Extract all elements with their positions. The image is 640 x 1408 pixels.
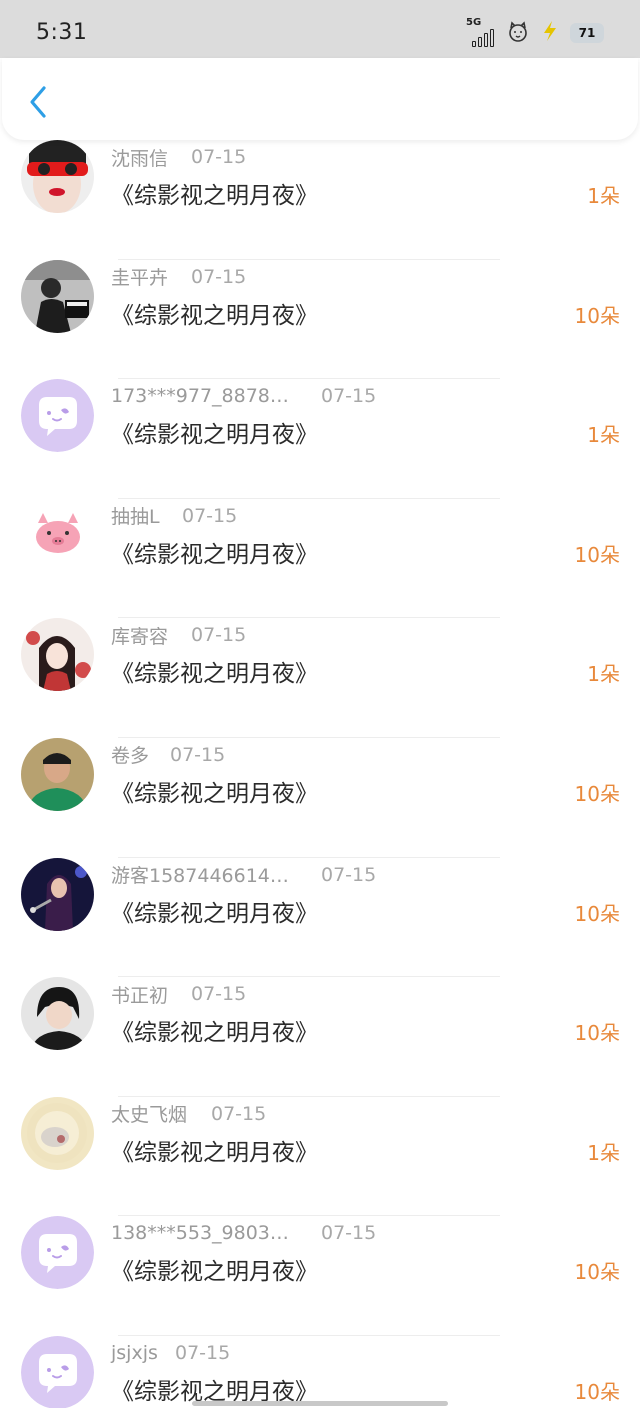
book-title: 《综影视之明月夜》 bbox=[111, 1259, 318, 1286]
list-item[interactable]: 库寄容 07-15 《综影视之明月夜》 1朵 bbox=[0, 618, 640, 738]
cat-face-icon bbox=[506, 20, 530, 47]
record-date: 07-15 bbox=[191, 146, 247, 168]
user-name: 沈雨信 bbox=[111, 147, 169, 170]
list-item[interactable]: 173***977_8878… 07-15 《综影视之明月夜》 1朵 bbox=[0, 379, 640, 499]
record-date: 07-15 bbox=[321, 1222, 377, 1245]
user-name-line: 太史飞烟 bbox=[111, 1101, 187, 1127]
user-name: 游客1587446614… bbox=[111, 865, 289, 888]
user-name-line: 沈雨信 bbox=[111, 144, 168, 170]
status-bar: 5:31 5G 71 bbox=[0, 0, 640, 58]
user-name: 卷多 bbox=[111, 745, 150, 768]
avatar[interactable] bbox=[21, 140, 94, 213]
user-name-line: 173***977_8878… bbox=[111, 383, 289, 409]
user-name-line: 库寄容 bbox=[111, 622, 168, 648]
user-name-line: jsjxjs bbox=[111, 1340, 158, 1366]
user-name: 173***977_8878… bbox=[111, 385, 289, 408]
list-item[interactable]: jsjxjs 07-15 《综影视之明月夜》 10朵 bbox=[0, 1335, 640, 1408]
list-item[interactable]: 138***553_9803… 07-15 《综影视之明月夜》 10朵 bbox=[0, 1216, 640, 1336]
default-avatar-icon[interactable] bbox=[21, 1335, 94, 1408]
book-title: 《综影视之明月夜》 bbox=[111, 780, 318, 807]
status-time: 5:31 bbox=[36, 20, 88, 45]
user-name: 书正初 bbox=[111, 984, 169, 1007]
gift-amount: 10朵 bbox=[574, 1379, 620, 1404]
gift-amount: 10朵 bbox=[574, 781, 620, 806]
record-date: 07-15 bbox=[321, 385, 377, 408]
user-name: jsjxjs bbox=[111, 1341, 158, 1364]
avatar[interactable] bbox=[21, 498, 94, 572]
user-name: 抽抽L bbox=[111, 506, 160, 529]
battery-level: 71 bbox=[578, 26, 596, 40]
user-name-line: 圭平卉 bbox=[111, 264, 168, 290]
user-name: 138***553_9803… bbox=[111, 1222, 289, 1245]
chevron-left-icon bbox=[30, 86, 46, 118]
user-name: 圭平卉 bbox=[111, 267, 169, 290]
record-date: 07-15 bbox=[191, 624, 247, 647]
book-title: 《综影视之明月夜》 bbox=[111, 541, 318, 568]
gift-amount: 10朵 bbox=[574, 1260, 620, 1285]
gift-amount: 10朵 bbox=[574, 303, 620, 328]
lightning-icon bbox=[540, 20, 560, 47]
user-name-line: 游客1587446614… bbox=[111, 862, 289, 888]
book-title: 《综影视之明月夜》 bbox=[111, 422, 318, 449]
avatar[interactable] bbox=[21, 1096, 94, 1170]
record-date: 07-15 bbox=[321, 863, 377, 886]
avatar[interactable] bbox=[21, 857, 94, 931]
gift-amount: 1朵 bbox=[587, 662, 620, 687]
gift-amount: 10朵 bbox=[574, 1021, 620, 1046]
default-avatar-icon[interactable] bbox=[21, 379, 94, 453]
avatar[interactable] bbox=[21, 259, 94, 333]
gift-amount: 1朵 bbox=[587, 184, 620, 208]
user-name-line: 138***553_9803… bbox=[111, 1220, 289, 1246]
battery-icon: 71 bbox=[570, 23, 604, 43]
network-type: 5G bbox=[466, 17, 482, 28]
home-indicator bbox=[192, 1401, 448, 1406]
nav-header bbox=[2, 58, 638, 140]
list-item[interactable]: 卷多 07-15 《综影视之明月夜》 10朵 bbox=[0, 737, 640, 858]
signal-icon: 5G bbox=[466, 17, 496, 47]
gift-amount: 10朵 bbox=[574, 901, 620, 926]
gift-amount: 10朵 bbox=[574, 542, 620, 567]
avatar[interactable] bbox=[21, 977, 94, 1051]
list-item[interactable]: 抽抽L 07-15 《综影视之明月夜》 10朵 bbox=[0, 498, 640, 619]
list-item[interactable]: 圭平卉 07-15 《综影视之明月夜》 10朵 bbox=[0, 259, 640, 380]
avatar[interactable] bbox=[21, 618, 94, 692]
gift-amount: 1朵 bbox=[587, 1140, 620, 1165]
book-title: 《综影视之明月夜》 bbox=[111, 302, 318, 329]
avatar[interactable] bbox=[21, 737, 94, 811]
record-date: 07-15 bbox=[170, 743, 226, 766]
book-title: 《综影视之明月夜》 bbox=[111, 1139, 318, 1166]
list-item[interactable]: 游客1587446614… 07-15 《综影视之明月夜》 10朵 bbox=[0, 857, 640, 978]
gift-records-list[interactable]: 沈雨信 07-15 《综影视之明月夜》 1朵 圭平卉 07-15 《综影视之明月夜》 10朵 1… bbox=[0, 140, 640, 1408]
user-name: 库寄容 bbox=[111, 625, 169, 648]
back-button[interactable] bbox=[22, 82, 54, 122]
record-date: 07-15 bbox=[175, 1341, 231, 1364]
user-name-line: 书正初 bbox=[111, 981, 168, 1007]
status-icons: 5G 71 bbox=[466, 17, 604, 48]
user-name-line: 抽抽L bbox=[111, 503, 160, 529]
book-title: 《综影视之明月夜》 bbox=[111, 900, 318, 927]
record-date: 07-15 bbox=[191, 265, 247, 288]
book-title: 《综影视之明月夜》 bbox=[111, 183, 318, 209]
gift-amount: 1朵 bbox=[587, 423, 620, 448]
record-date: 07-15 bbox=[211, 1102, 267, 1125]
record-date: 07-15 bbox=[182, 504, 238, 527]
record-date: 07-15 bbox=[191, 983, 247, 1006]
book-title: 《综影视之明月夜》 bbox=[111, 1020, 318, 1047]
list-item[interactable]: 书正初 07-15 《综影视之明月夜》 10朵 bbox=[0, 977, 640, 1097]
user-name-line: 卷多 bbox=[111, 742, 149, 768]
list-item[interactable]: 太史飞烟 07-15 《综影视之明月夜》 1朵 bbox=[0, 1096, 640, 1217]
default-avatar-icon[interactable] bbox=[21, 1216, 94, 1290]
user-name: 太史飞烟 bbox=[111, 1104, 188, 1127]
list-item[interactable]: 沈雨信 07-15 《综影视之明月夜》 1朵 bbox=[0, 140, 640, 260]
book-title: 《综影视之明月夜》 bbox=[111, 661, 318, 688]
